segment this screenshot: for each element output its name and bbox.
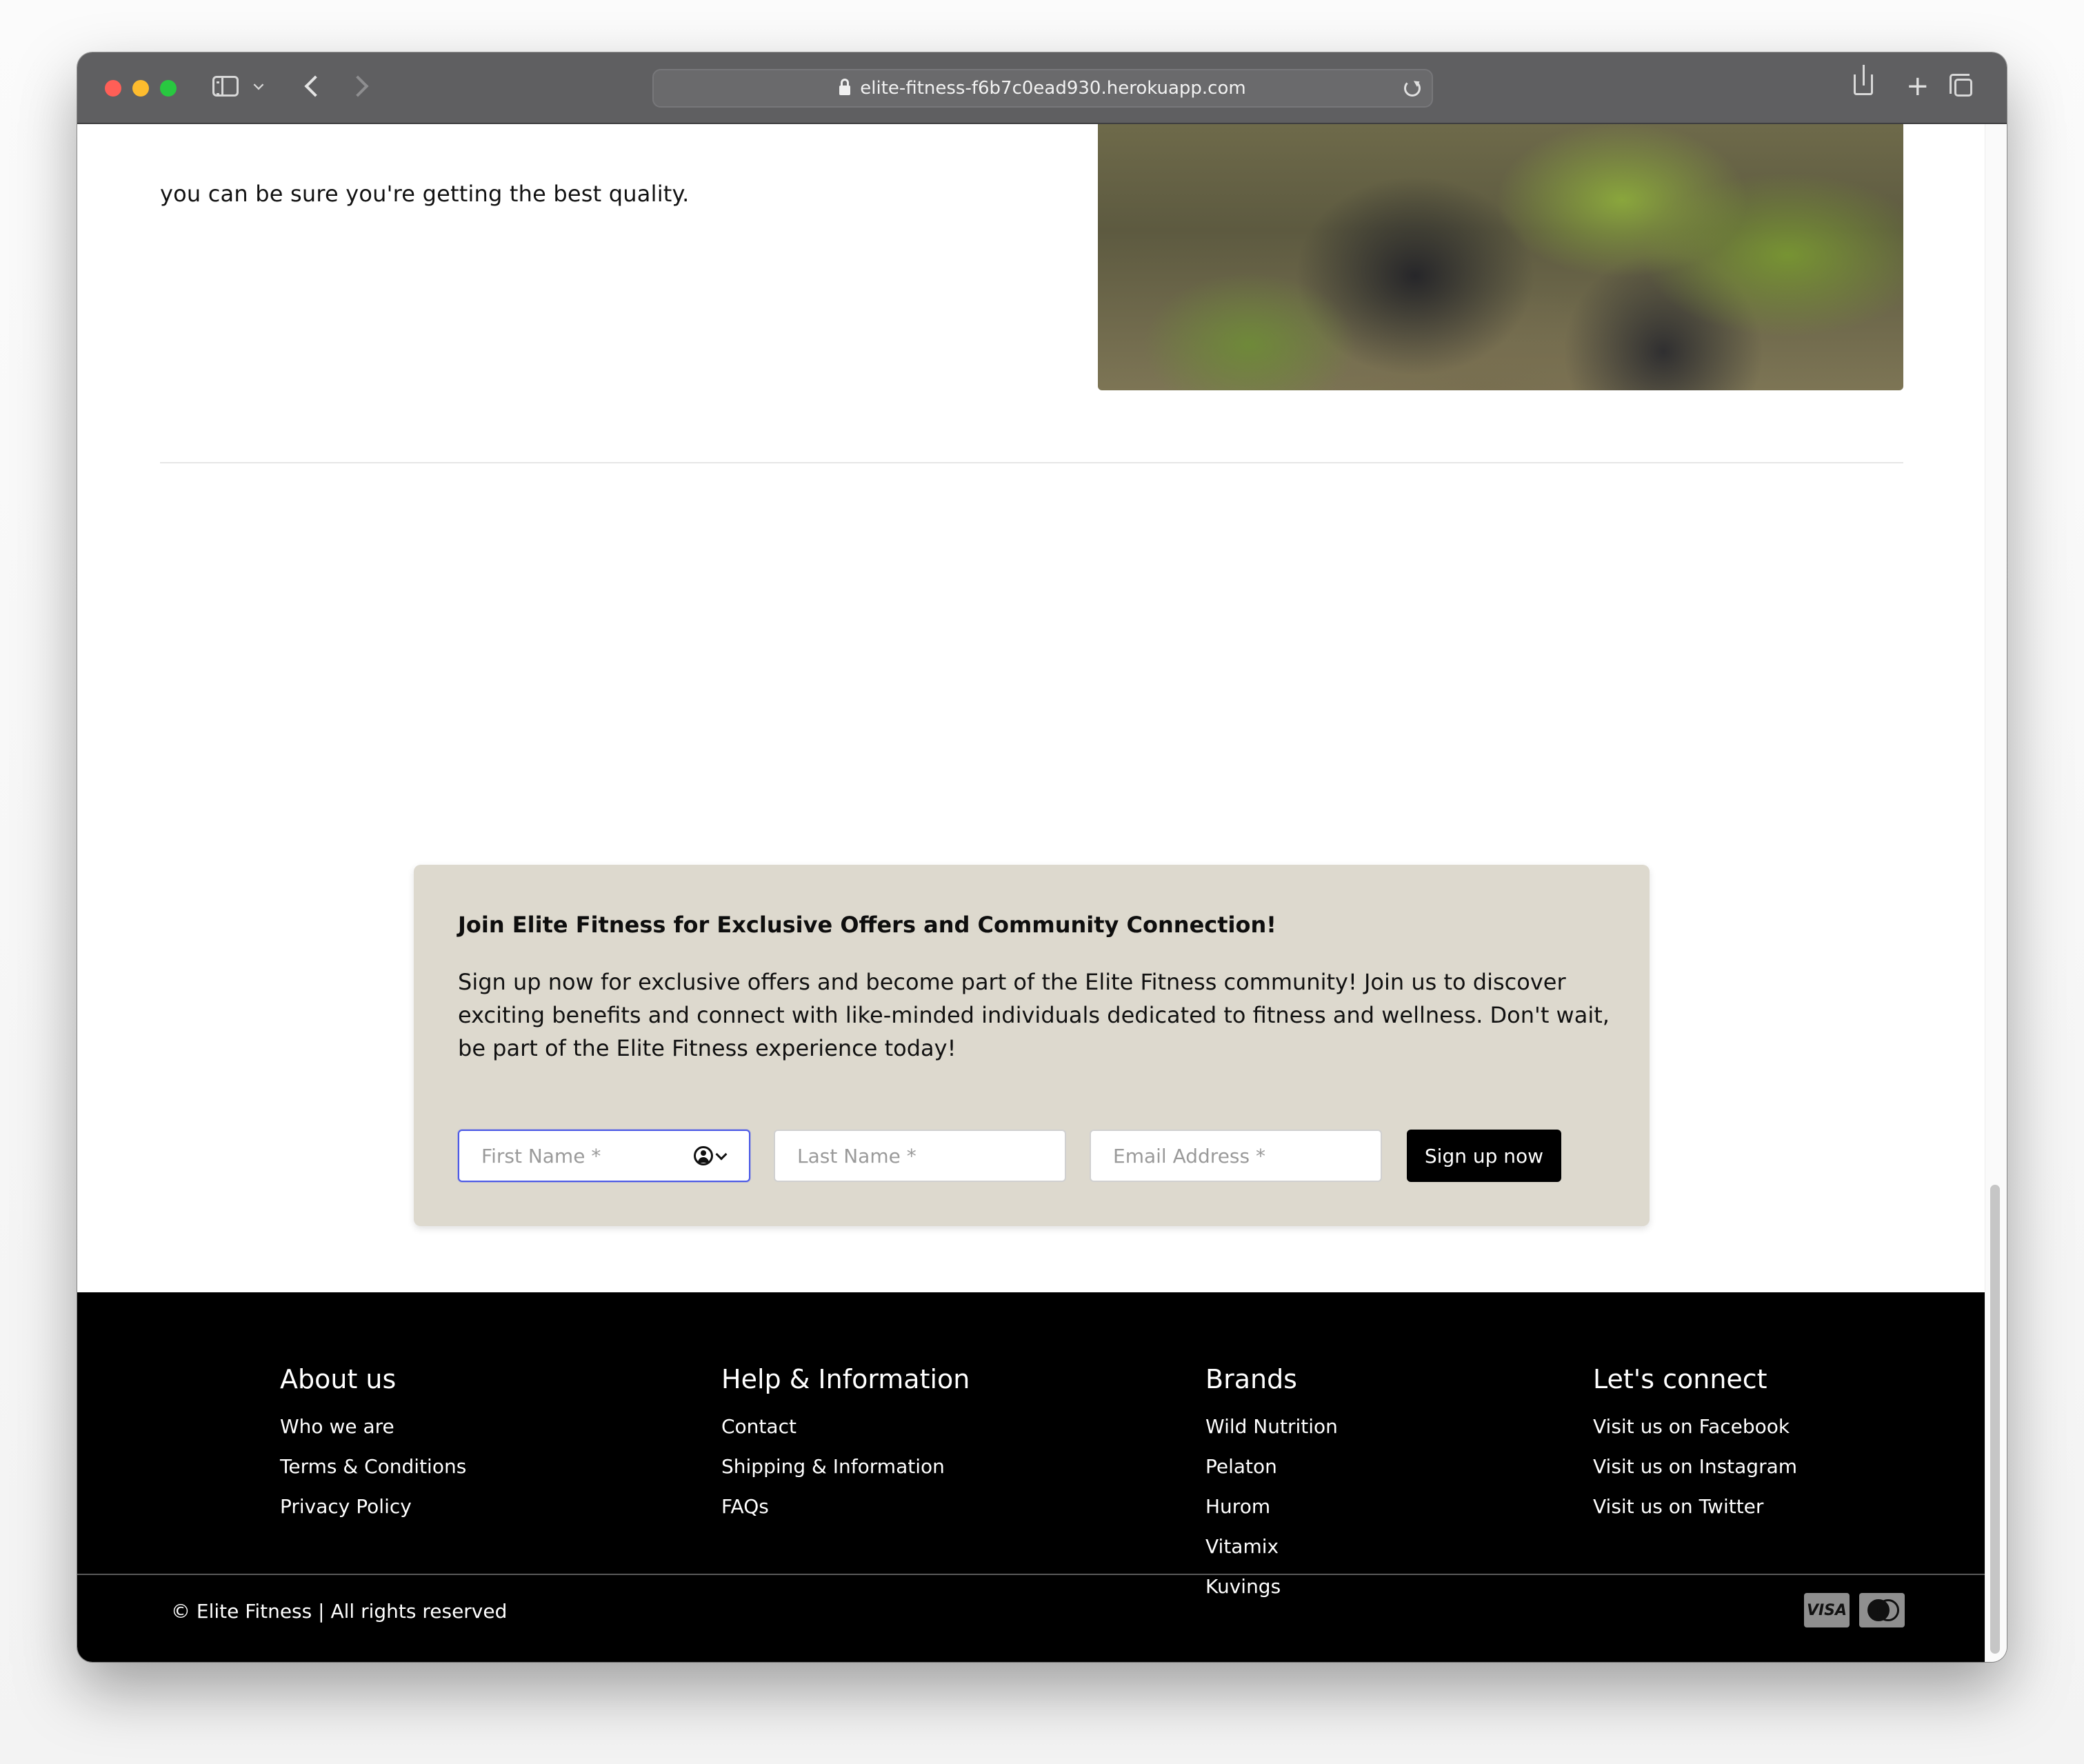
address-bar[interactable]: elite-fitness-f6b7c0ead930.herokuapp.com	[652, 69, 1433, 108]
footer-link-terms[interactable]: Terms & Conditions	[280, 1447, 466, 1487]
footer-link-faqs[interactable]: FAQs	[721, 1487, 970, 1527]
footer-heading-connect: Let's connect	[1593, 1364, 1767, 1394]
footer-column-connect: Let's connect Visit us on Facebook Visit…	[1593, 1364, 1797, 1527]
newsletter-signup-card: Join Elite Fitness for Exclusive Offers …	[414, 865, 1650, 1226]
browser-toolbar: elite-fitness-f6b7c0ead930.herokuapp.com…	[77, 52, 2007, 124]
footer-link-hurom[interactable]: Hurom	[1205, 1487, 1338, 1527]
site-footer: About us Who we are Terms & Conditions P…	[77, 1292, 1985, 1662]
browser-window: elite-fitness-f6b7c0ead930.herokuapp.com…	[77, 52, 2007, 1662]
chevron-down-icon[interactable]	[253, 79, 264, 90]
section-divider	[160, 462, 1903, 463]
footer-link-kuvings[interactable]: Kuvings	[1205, 1567, 1338, 1607]
footer-link-pelaton[interactable]: Pelaton	[1205, 1447, 1338, 1487]
footer-link-privacy[interactable]: Privacy Policy	[280, 1487, 466, 1527]
footer-column-about: About us Who we are Terms & Conditions P…	[280, 1364, 466, 1527]
footer-link-vitamix[interactable]: Vitamix	[1205, 1527, 1338, 1567]
footer-column-help: Help & Information Contact Shipping & In…	[721, 1364, 970, 1527]
sidebar-toggle-icon[interactable]	[212, 76, 239, 97]
visa-card-icon: VISA	[1804, 1593, 1850, 1627]
footer-link-instagram[interactable]: Visit us on Instagram	[1593, 1447, 1797, 1487]
sign-up-button[interactable]: Sign up now	[1407, 1130, 1561, 1182]
intro-text: you can be sure you're getting the best …	[160, 181, 690, 207]
address-bar-url: elite-fitness-f6b7c0ead930.herokuapp.com	[860, 78, 1246, 99]
tab-overview-icon[interactable]	[1950, 74, 1972, 97]
copyright-text: © Elite Fitness | All rights reserved	[171, 1600, 508, 1623]
footer-link-twitter[interactable]: Visit us on Twitter	[1593, 1487, 1797, 1527]
close-window-button[interactable]	[105, 80, 121, 97]
new-tab-icon[interactable]: +	[1906, 72, 1930, 100]
footer-link-contact[interactable]: Contact	[721, 1407, 970, 1447]
farm-photo	[1098, 124, 1903, 390]
lock-icon	[839, 79, 851, 95]
page-viewport: you can be sure you're getting the best …	[77, 124, 1985, 1662]
signup-description: Sign up now for exclusive offers and bec…	[458, 969, 1610, 1061]
minimize-window-button[interactable]	[132, 80, 149, 97]
email-input[interactable]	[1090, 1130, 1382, 1182]
footer-link-facebook[interactable]: Visit us on Facebook	[1593, 1407, 1797, 1447]
forward-arrow-icon[interactable]	[347, 75, 369, 97]
scrollbar-thumb[interactable]	[1990, 1185, 2000, 1654]
footer-link-shipping[interactable]: Shipping & Information	[721, 1447, 970, 1487]
footer-heading-about: About us	[280, 1364, 397, 1394]
contact-autofill-icon[interactable]	[694, 1146, 713, 1165]
signup-title: Join Elite Fitness for Exclusive Offers …	[458, 912, 1276, 938]
back-arrow-icon[interactable]	[304, 75, 326, 97]
footer-divider	[77, 1574, 1985, 1575]
footer-heading-brands: Brands	[1205, 1364, 1297, 1394]
footer-column-brands: Brands Wild Nutrition Pelaton Hurom Vita…	[1205, 1364, 1338, 1607]
reload-icon[interactable]	[1404, 80, 1421, 97]
share-icon[interactable]	[1854, 65, 1873, 95]
footer-heading-help: Help & Information	[721, 1364, 970, 1394]
last-name-input[interactable]	[774, 1130, 1066, 1182]
footer-link-who-we-are[interactable]: Who we are	[280, 1407, 466, 1447]
mastercard-icon	[1859, 1593, 1905, 1627]
desktop-stage: elite-fitness-f6b7c0ead930.herokuapp.com…	[0, 0, 2084, 1764]
footer-link-wild-nutrition[interactable]: Wild Nutrition	[1205, 1407, 1338, 1447]
zoom-window-button[interactable]	[160, 80, 177, 97]
